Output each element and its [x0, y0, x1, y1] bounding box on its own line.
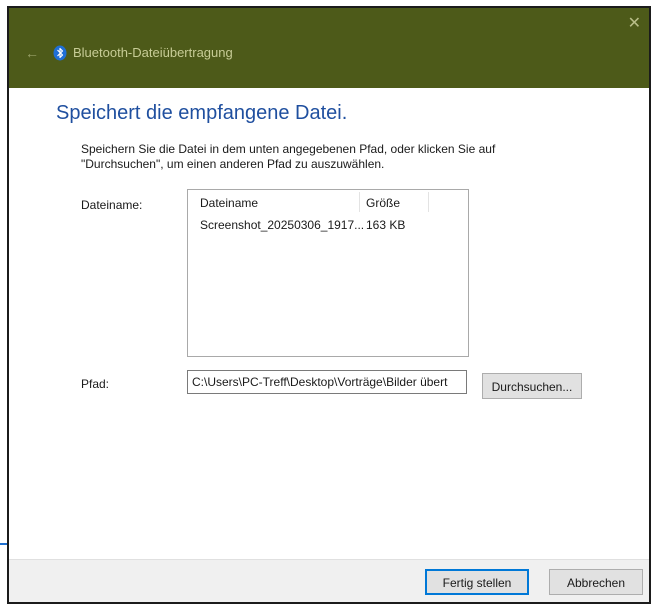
path-label: Pfad:: [81, 377, 110, 391]
window-title: Bluetooth-Dateiübertragung: [73, 45, 233, 60]
file-list-header: Dateiname Größe: [188, 190, 468, 214]
bluetooth-icon: [53, 45, 67, 61]
column-header-size[interactable]: Größe: [366, 196, 400, 210]
column-header-name[interactable]: Dateiname: [200, 196, 258, 210]
cancel-button[interactable]: Abbrechen: [549, 569, 643, 595]
path-input[interactable]: C:\Users\PC-Treff\Desktop\Vorträge\Bilde…: [187, 370, 467, 394]
page-heading: Speichert die empfangene Datei.: [56, 102, 348, 124]
screen: ← Bluetooth-Dateiübertragung ✕ Speichert…: [0, 0, 655, 609]
file-size-cell: 163 KB: [366, 218, 406, 232]
close-icon[interactable]: ✕: [628, 16, 641, 32]
title-bar: ← Bluetooth-Dateiübertragung ✕: [9, 8, 649, 88]
column-divider: [428, 192, 429, 212]
finish-button[interactable]: Fertig stellen: [425, 569, 529, 595]
file-list[interactable]: Dateiname Größe Screenshot_20250306_1917…: [187, 189, 469, 357]
footer-bar: Fertig stellen Abbrechen: [9, 559, 649, 602]
browse-button[interactable]: Durchsuchen...: [482, 373, 582, 399]
dialog-window: ← Bluetooth-Dateiübertragung ✕ Speichert…: [7, 6, 651, 604]
filename-label: Dateiname:: [81, 198, 143, 212]
back-arrow-icon[interactable]: ←: [25, 46, 39, 60]
column-divider: [359, 192, 360, 212]
file-name-cell: Screenshot_20250306_1917...: [200, 218, 365, 232]
instructions-text: Speichern Sie die Datei in dem unten ang…: [81, 142, 496, 171]
